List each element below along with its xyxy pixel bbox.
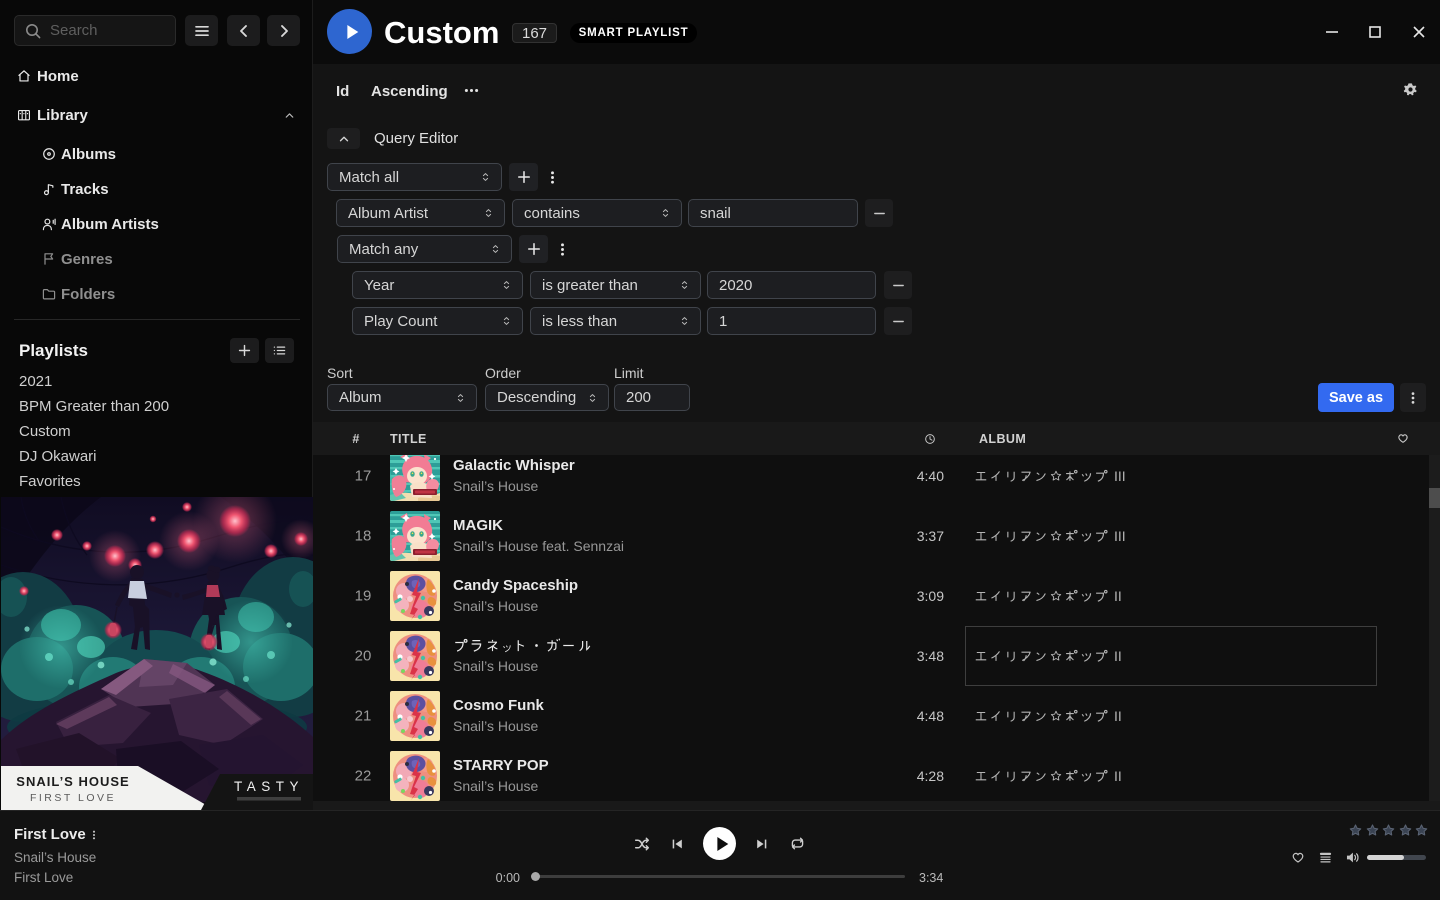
svg-text:SNAIL’S HOUSE: SNAIL’S HOUSE	[16, 774, 129, 789]
svg-text:TASTY: TASTY	[234, 779, 304, 794]
svg-text:FIRST LOVE: FIRST LOVE	[30, 792, 116, 804]
